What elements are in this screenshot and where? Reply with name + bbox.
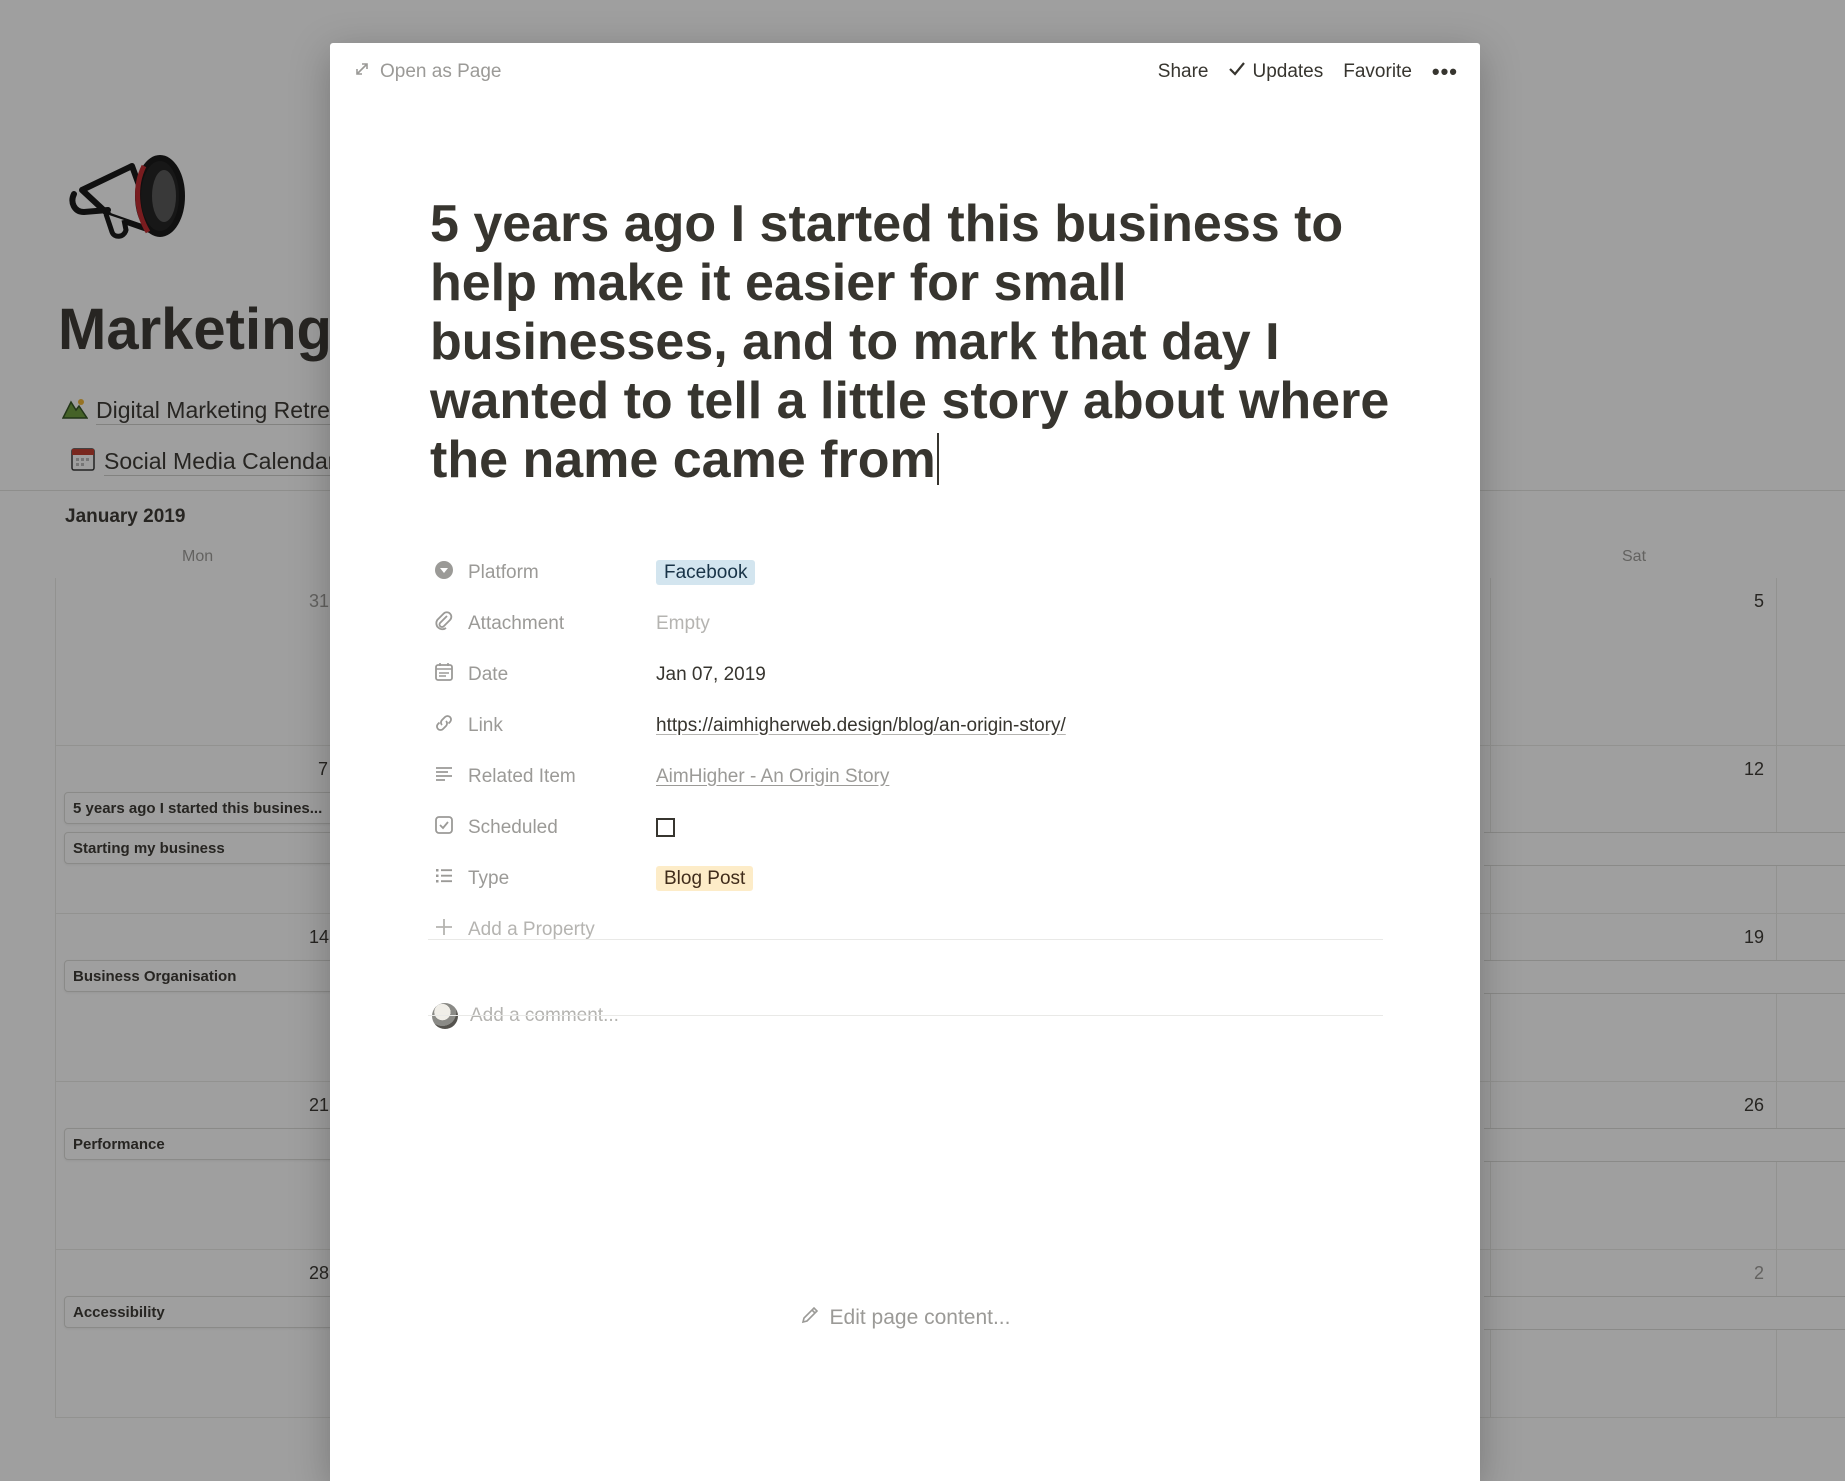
property-platform[interactable]: Platform Facebook [430,547,1390,598]
page-peek-modal: Open as Page Share Updates Favorite ••• … [330,43,1480,1481]
property-scheduled[interactable]: Scheduled [430,802,1390,853]
property-name: Type [430,866,656,892]
expand-icon [354,61,370,83]
edit-content-label: Edit page content... [829,1306,1011,1329]
open-as-page-button[interactable]: Open as Page [354,61,501,83]
favorite-button[interactable]: Favorite [1343,61,1412,83]
property-related-item[interactable]: Related Item AimHigher - An Origin Story [430,751,1390,802]
property-name: Platform [430,560,656,586]
modal-topbar: Open as Page Share Updates Favorite ••• [330,43,1480,103]
comment-placeholder: Add a comment... [470,1005,619,1026]
add-property-button[interactable]: Add a Property [430,904,1390,955]
property-attachment[interactable]: Attachment Empty [430,598,1390,649]
topbar-actions: Share Updates Favorite ••• [1158,61,1458,83]
check-icon [1228,61,1246,83]
property-label: Link [468,714,503,736]
type-tag: Blog Post [656,865,754,891]
pencil-icon [800,1305,820,1331]
paperclip-icon [434,610,454,637]
property-label: Platform [468,561,539,583]
updates-label: Updates [1252,61,1324,82]
property-name: Date [430,662,656,688]
property-name: Attachment [430,610,656,637]
property-value[interactable]: Blog Post [656,865,754,891]
property-value[interactable]: Empty [656,613,710,635]
link-icon [434,713,454,739]
platform-tag: Facebook [656,559,756,585]
property-type[interactable]: Type Blog Post [430,853,1390,904]
comment-input[interactable]: Add a comment... [432,1003,619,1029]
property-label: Attachment [468,612,565,634]
share-button[interactable]: Share [1158,61,1209,83]
property-name: Related Item [430,764,656,790]
property-link[interactable]: Link https://aimhigherweb.design/blog/an… [430,700,1390,751]
scheduled-checkbox[interactable] [656,818,675,837]
property-label: Type [468,867,510,889]
divider [428,1015,1383,1016]
edit-page-content-button[interactable]: Edit page content... [330,1305,1480,1331]
list-icon [434,866,454,892]
property-label: Date [468,663,509,685]
property-value [656,818,675,837]
page-title-editable[interactable]: 5 years ago I started this business to h… [430,195,1390,490]
property-name: Scheduled [430,815,656,841]
property-label: Related Item [468,765,576,787]
open-as-page-label: Open as Page [380,61,502,82]
text-cursor [936,433,939,485]
property-value[interactable]: Jan 07, 2019 [656,664,766,686]
checkbox-property-icon [434,815,454,841]
text-lines-icon [434,764,454,790]
select-icon [434,560,454,586]
divider [428,939,1383,940]
updates-button[interactable]: Updates [1228,61,1323,83]
property-name: Link [430,713,656,739]
property-label: Scheduled [468,816,558,838]
property-date[interactable]: Date Jan 07, 2019 [430,649,1390,700]
property-value[interactable]: Facebook [656,559,756,585]
calendar-icon [434,662,454,688]
url-link[interactable]: https://aimhigherweb.design/blog/an-orig… [656,715,1066,737]
avatar [432,1003,458,1029]
more-options-icon[interactable]: ••• [1432,61,1458,83]
properties-list: Platform Facebook Attachment Empty Date … [430,547,1390,955]
related-page-link[interactable]: AimHigher - An Origin Story [656,766,889,788]
title-text: 5 years ago I started this business to h… [430,195,1390,489]
add-property-label: Add a Property [468,918,595,940]
